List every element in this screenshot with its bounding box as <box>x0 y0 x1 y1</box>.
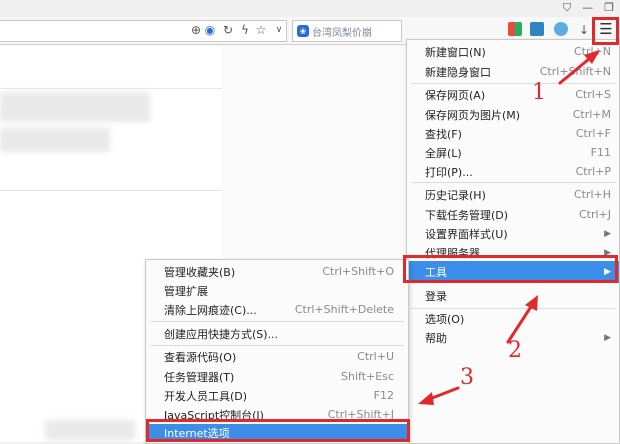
annotation-arrow-2-head <box>525 295 538 311</box>
annotation-arrow-3-head <box>418 392 434 405</box>
annotation-number-3: 3 <box>460 365 474 390</box>
annotation-arrows <box>418 50 600 405</box>
annotation-number-2: 2 <box>508 338 522 363</box>
annotation-number-1: 1 <box>532 80 546 105</box>
annotation-arrow-2 <box>506 300 536 344</box>
